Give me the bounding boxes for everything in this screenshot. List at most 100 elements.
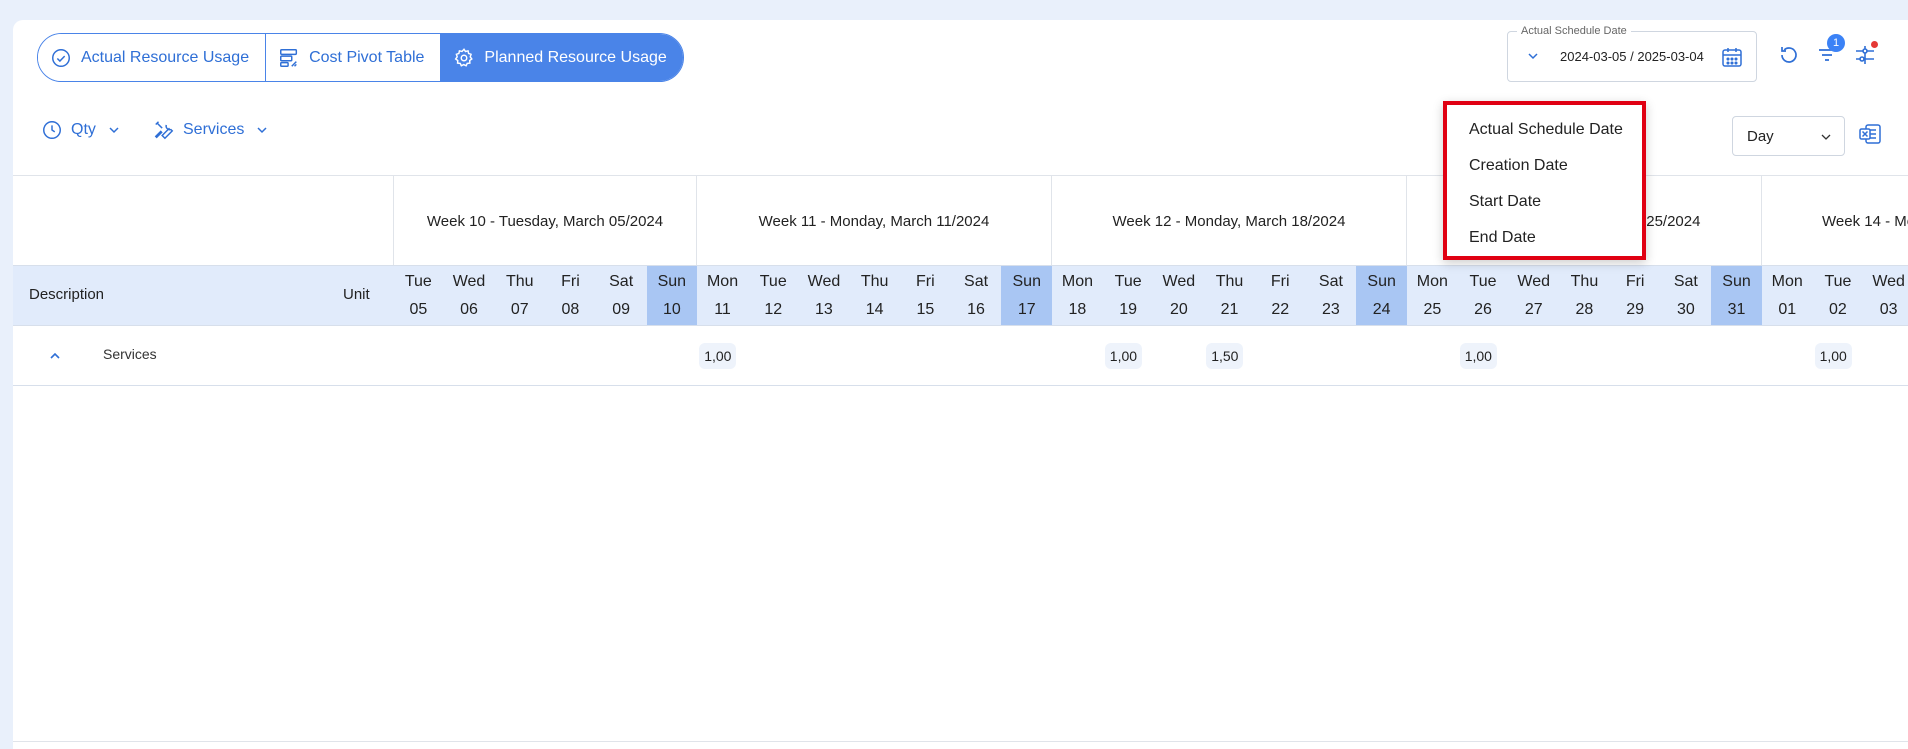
day-of-week: Sun — [1012, 272, 1041, 290]
refresh-button[interactable] — [1775, 41, 1803, 69]
day-number: 01 — [1778, 300, 1797, 318]
day-number: 27 — [1524, 300, 1543, 318]
settings-sliders-button[interactable] — [1851, 41, 1879, 69]
day-column-header: Thu 28 — [1559, 266, 1610, 325]
day-number: 16 — [967, 300, 985, 318]
day-column-header: Sat 09 — [596, 266, 647, 325]
day-of-week: Thu — [505, 272, 534, 290]
value-cell[interactable]: 1,00 — [699, 343, 737, 369]
period-select[interactable]: Day — [1732, 116, 1845, 156]
tab-cost-pivot-table[interactable]: Cost Pivot Table — [266, 34, 442, 81]
refresh-icon — [1781, 47, 1797, 63]
day-number: 20 — [1169, 300, 1188, 318]
pivot-table-icon — [280, 48, 298, 67]
day-number: 30 — [1676, 300, 1695, 318]
chevron-down-icon — [1821, 134, 1831, 140]
value-cell[interactable]: 1,00 — [1459, 343, 1497, 369]
day-of-week: Mon — [1771, 272, 1803, 290]
day-of-week: Tue — [404, 272, 432, 290]
day-of-week: Thu — [1570, 272, 1599, 290]
day-column-header: Fri 22 — [1255, 266, 1306, 325]
week-header: Week 12 - Monday, March 18/2024 — [1051, 176, 1406, 266]
tab-planned-resource-usage[interactable]: Planned Resource Usage — [441, 34, 683, 81]
day-column-header: Wed 20 — [1154, 266, 1205, 325]
menu-item-start-date[interactable]: Start Date — [1447, 184, 1642, 220]
chevron-down-icon[interactable] — [1526, 49, 1540, 63]
day-number: 12 — [764, 300, 783, 318]
day-number: 26 — [1474, 300, 1492, 318]
day-of-week: Sat — [1318, 272, 1343, 290]
day-of-week: Wed — [1872, 272, 1905, 290]
day-of-week: Fri — [916, 272, 935, 290]
day-column-header: Mon 01 — [1762, 266, 1813, 325]
day-number: 14 — [865, 300, 884, 318]
menu-item-creation-date[interactable]: Creation Date — [1447, 148, 1642, 184]
day-of-week: Fri — [561, 272, 580, 290]
day-of-week: Tue — [1114, 272, 1142, 290]
calendar-icon[interactable] — [1720, 45, 1744, 69]
day-number: 05 — [409, 300, 428, 318]
qty-filter[interactable]: Qty — [41, 119, 120, 141]
menu-item-actual-schedule-date[interactable]: Actual Schedule Date — [1447, 112, 1642, 148]
date-range-value[interactable]: 2024-03-05 / 2025-03-04 — [1560, 49, 1704, 64]
day-column-header: Fri 29 — [1610, 266, 1661, 325]
menu-item-end-date[interactable]: End Date — [1447, 220, 1642, 256]
day-number: 09 — [612, 300, 631, 318]
day-of-week: Mon — [706, 272, 739, 290]
day-header-row: Description Unit Tue 05 Wed 06 Thu 07 Fri 08 Sat… — [13, 265, 1908, 326]
filter-count-badge: 1 — [1827, 34, 1845, 52]
day-number: 22 — [1271, 300, 1290, 318]
day-of-week: Tue — [1469, 272, 1497, 290]
day-of-week: Sun — [657, 272, 687, 290]
filter-button[interactable]: 1 — [1813, 34, 1845, 69]
day-of-week: Fri — [1625, 272, 1645, 290]
day-column-header: Thu 07 — [494, 266, 545, 325]
day-column-header: Fri 15 — [900, 266, 951, 325]
day-number: 23 — [1322, 300, 1340, 318]
day-number: 29 — [1626, 300, 1645, 318]
day-number: 17 — [1017, 300, 1036, 318]
services-filter[interactable]: Services — [153, 119, 268, 141]
day-of-week: Fri — [1270, 272, 1290, 290]
day-number: 21 — [1220, 300, 1239, 318]
day-number: 28 — [1575, 300, 1594, 318]
column-header-unit: Unit — [343, 286, 370, 303]
day-column-header: Sat 23 — [1306, 266, 1357, 325]
table-bottom-divider — [13, 741, 1908, 742]
value-cell[interactable]: 1,50 — [1206, 343, 1244, 369]
tab-actual-resource-usage[interactable]: Actual Resource Usage — [38, 34, 267, 81]
check-circle-icon — [52, 48, 70, 67]
date-field-label: Actual Schedule Date — [1517, 24, 1631, 38]
excel-export-icon[interactable] — [1857, 121, 1883, 147]
week-header: Week 11 - Monday, March 11/2024 — [696, 176, 1051, 266]
notification-dot — [1871, 41, 1878, 48]
value-cell[interactable]: 1,00 — [1104, 343, 1143, 369]
day-number: 19 — [1119, 300, 1138, 318]
table-row: Services 1,00 1,00 1,50 1,00 1,00 — [13, 326, 1908, 386]
tab-label: Planned Resource Usage — [484, 48, 667, 66]
day-of-week: Sat — [609, 272, 634, 290]
day-of-week: Mon — [1061, 272, 1093, 290]
day-column-header: Wed 03 — [1863, 266, 1908, 325]
week-header: Week 14 - Monday, April 01/2024 — [1761, 176, 1908, 266]
chevron-down-icon — [109, 127, 119, 134]
week-header: Week 10 - Tuesday, March 05/2024 — [393, 176, 696, 266]
day-number: 24 — [1372, 300, 1391, 318]
day-of-week: Tue — [1824, 272, 1852, 290]
date-range-field[interactable]: Actual Schedule Date 2024-03-05 / 2025-0… — [1507, 24, 1757, 82]
day-of-week: Sat — [964, 272, 989, 290]
chevron-up-icon[interactable] — [48, 349, 62, 363]
day-number: 08 — [561, 300, 580, 318]
day-of-week: Sun — [1722, 272, 1751, 290]
day-number: 31 — [1727, 300, 1746, 318]
value-cell[interactable]: 1,00 — [1814, 343, 1852, 369]
day-of-week: Wed — [807, 272, 841, 290]
day-of-week: Sat — [1673, 272, 1698, 290]
day-number: 07 — [510, 300, 529, 318]
tools-icon — [154, 121, 174, 140]
day-column-header: Wed 06 — [444, 266, 495, 325]
resource-usage-panel: Actual Resource Usage Cost Pivot Table P… — [13, 20, 1908, 749]
gear-icon — [455, 47, 474, 67]
row-label: Services — [103, 346, 157, 362]
day-column-header: Tue 26 — [1458, 266, 1509, 325]
